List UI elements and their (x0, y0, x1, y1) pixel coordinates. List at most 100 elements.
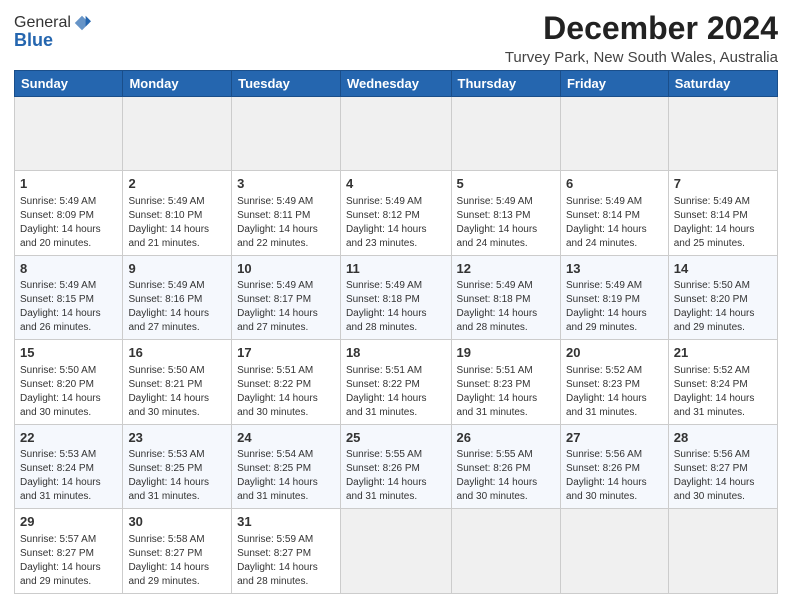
day-info: Sunrise: 5:50 AM Sunset: 8:20 PM Dayligh… (674, 279, 772, 335)
day-cell: 27Sunrise: 5:56 AM Sunset: 8:26 PM Dayli… (560, 424, 668, 509)
main-title: December 2024 (505, 10, 778, 47)
day-number: 19 (457, 344, 555, 362)
day-cell: 5 Sunrise: 5:49 AM Sunset: 8:13 PM Daylig… (451, 171, 560, 256)
day-info: Sunrise: 5:52 AM Sunset: 8:24 PM Dayligh… (674, 364, 772, 420)
day-cell: 17Sunrise: 5:51 AM Sunset: 8:22 PM Dayli… (232, 340, 341, 425)
day-number: 29 (20, 513, 117, 531)
day-cell: 12Sunrise: 5:49 AM Sunset: 8:18 PM Dayli… (451, 255, 560, 340)
day-number: 25 (346, 429, 446, 447)
day-cell: 7 Sunrise: 5:49 AM Sunset: 8:14 PM Daylig… (668, 171, 777, 256)
day-cell (451, 509, 560, 594)
day-cell (15, 97, 123, 171)
col-header-tuesday: Tuesday (232, 71, 341, 97)
week-row-3: 15Sunrise: 5:50 AM Sunset: 8:20 PM Dayli… (15, 340, 778, 425)
day-number: 17 (237, 344, 335, 362)
day-cell (668, 509, 777, 594)
day-info: Sunrise: 5:49 AM Sunset: 8:13 PM Dayligh… (457, 195, 555, 251)
day-info: Sunrise: 5:50 AM Sunset: 8:21 PM Dayligh… (128, 364, 226, 420)
day-cell (451, 97, 560, 171)
day-cell (668, 97, 777, 171)
day-cell: 9Sunrise: 5:49 AM Sunset: 8:16 PM Daylig… (123, 255, 232, 340)
day-info: Sunrise: 5:49 AM Sunset: 8:19 PM Dayligh… (566, 279, 663, 335)
day-cell: 10Sunrise: 5:49 AM Sunset: 8:17 PM Dayli… (232, 255, 341, 340)
day-info: Sunrise: 5:59 AM Sunset: 8:27 PM Dayligh… (237, 533, 335, 589)
col-header-friday: Friday (560, 71, 668, 97)
day-cell: 31 Sunrise: 5:59 AM Sunset: 8:27 PM Dayli… (232, 509, 341, 594)
day-cell: 8Sunrise: 5:49 AM Sunset: 8:15 PM Daylig… (15, 255, 123, 340)
day-number: 31 (237, 513, 335, 531)
day-info: Sunrise: 5:49 AM Sunset: 8:10 PM Dayligh… (128, 195, 226, 251)
logo-blue-text: Blue (14, 30, 91, 51)
day-cell: 26Sunrise: 5:55 AM Sunset: 8:26 PM Dayli… (451, 424, 560, 509)
day-info: Sunrise: 5:49 AM Sunset: 8:17 PM Dayligh… (237, 279, 335, 335)
day-number: 16 (128, 344, 226, 362)
day-number: 30 (128, 513, 226, 531)
col-header-wednesday: Wednesday (340, 71, 451, 97)
day-info: Sunrise: 5:49 AM Sunset: 8:14 PM Dayligh… (674, 195, 772, 251)
day-info: Sunrise: 5:56 AM Sunset: 8:26 PM Dayligh… (566, 448, 663, 504)
day-cell (560, 509, 668, 594)
calendar-header-row: SundayMondayTuesdayWednesdayThursdayFrid… (15, 71, 778, 97)
day-cell: 4Sunrise: 5:49 AM Sunset: 8:12 PM Daylig… (340, 171, 451, 256)
day-info: Sunrise: 5:53 AM Sunset: 8:25 PM Dayligh… (128, 448, 226, 504)
col-header-sunday: Sunday (15, 71, 123, 97)
day-info: Sunrise: 5:53 AM Sunset: 8:24 PM Dayligh… (20, 448, 117, 504)
week-row-1: 1Sunrise: 5:49 AM Sunset: 8:09 PM Daylig… (15, 171, 778, 256)
day-info: Sunrise: 5:51 AM Sunset: 8:22 PM Dayligh… (346, 364, 446, 420)
day-number: 18 (346, 344, 446, 362)
col-header-thursday: Thursday (451, 71, 560, 97)
day-info: Sunrise: 5:55 AM Sunset: 8:26 PM Dayligh… (346, 448, 446, 504)
day-cell: 22Sunrise: 5:53 AM Sunset: 8:24 PM Dayli… (15, 424, 123, 509)
day-number: 12 (457, 260, 555, 278)
day-number: 21 (674, 344, 772, 362)
calendar-table: SundayMondayTuesdayWednesdayThursdayFrid… (14, 70, 778, 594)
day-cell: 28Sunrise: 5:56 AM Sunset: 8:27 PM Dayli… (668, 424, 777, 509)
day-info: Sunrise: 5:49 AM Sunset: 8:16 PM Dayligh… (128, 279, 226, 335)
day-info: Sunrise: 5:51 AM Sunset: 8:23 PM Dayligh… (457, 364, 555, 420)
day-cell: 21 Sunrise: 5:52 AM Sunset: 8:24 PM Dayli… (668, 340, 777, 425)
day-cell: 2 Sunrise: 5:49 AM Sunset: 8:10 PM Daylig… (123, 171, 232, 256)
day-number: 28 (674, 429, 772, 447)
day-cell: 6Sunrise: 5:49 AM Sunset: 8:14 PM Daylig… (560, 171, 668, 256)
day-cell (340, 97, 451, 171)
day-number: 15 (20, 344, 117, 362)
day-cell: 18 Sunrise: 5:51 AM Sunset: 8:22 PM Dayli… (340, 340, 451, 425)
day-number: 13 (566, 260, 663, 278)
day-cell: 11Sunrise: 5:49 AM Sunset: 8:18 PM Dayli… (340, 255, 451, 340)
day-cell: 16 Sunrise: 5:50 AM Sunset: 8:21 PM Dayli… (123, 340, 232, 425)
day-cell: 1Sunrise: 5:49 AM Sunset: 8:09 PM Daylig… (15, 171, 123, 256)
day-cell: 3 Sunrise: 5:49 AM Sunset: 8:11 PM Daylig… (232, 171, 341, 256)
day-cell (560, 97, 668, 171)
day-number: 7 (674, 175, 772, 193)
day-number: 26 (457, 429, 555, 447)
day-info: Sunrise: 5:55 AM Sunset: 8:26 PM Dayligh… (457, 448, 555, 504)
logo: General Blue (14, 14, 91, 51)
day-number: 3 (237, 175, 335, 193)
day-cell: 19 Sunrise: 5:51 AM Sunset: 8:23 PM Dayli… (451, 340, 560, 425)
day-info: Sunrise: 5:56 AM Sunset: 8:27 PM Dayligh… (674, 448, 772, 504)
day-number: 10 (237, 260, 335, 278)
day-number: 23 (128, 429, 226, 447)
day-number: 24 (237, 429, 335, 447)
col-header-monday: Monday (123, 71, 232, 97)
day-number: 20 (566, 344, 663, 362)
day-number: 9 (128, 260, 226, 278)
day-cell: 23Sunrise: 5:53 AM Sunset: 8:25 PM Dayli… (123, 424, 232, 509)
day-info: Sunrise: 5:57 AM Sunset: 8:27 PM Dayligh… (20, 533, 117, 589)
day-info: Sunrise: 5:54 AM Sunset: 8:25 PM Dayligh… (237, 448, 335, 504)
day-info: Sunrise: 5:58 AM Sunset: 8:27 PM Dayligh… (128, 533, 226, 589)
week-row-4: 22Sunrise: 5:53 AM Sunset: 8:24 PM Dayli… (15, 424, 778, 509)
day-number: 8 (20, 260, 117, 278)
day-number: 22 (20, 429, 117, 447)
day-number: 11 (346, 260, 446, 278)
day-number: 5 (457, 175, 555, 193)
day-cell: 14Sunrise: 5:50 AM Sunset: 8:20 PM Dayli… (668, 255, 777, 340)
day-info: Sunrise: 5:49 AM Sunset: 8:09 PM Dayligh… (20, 195, 117, 251)
day-number: 2 (128, 175, 226, 193)
col-header-saturday: Saturday (668, 71, 777, 97)
day-cell: 13Sunrise: 5:49 AM Sunset: 8:19 PM Dayli… (560, 255, 668, 340)
day-info: Sunrise: 5:49 AM Sunset: 8:11 PM Dayligh… (237, 195, 335, 251)
day-cell (340, 509, 451, 594)
day-info: Sunrise: 5:52 AM Sunset: 8:23 PM Dayligh… (566, 364, 663, 420)
day-number: 4 (346, 175, 446, 193)
